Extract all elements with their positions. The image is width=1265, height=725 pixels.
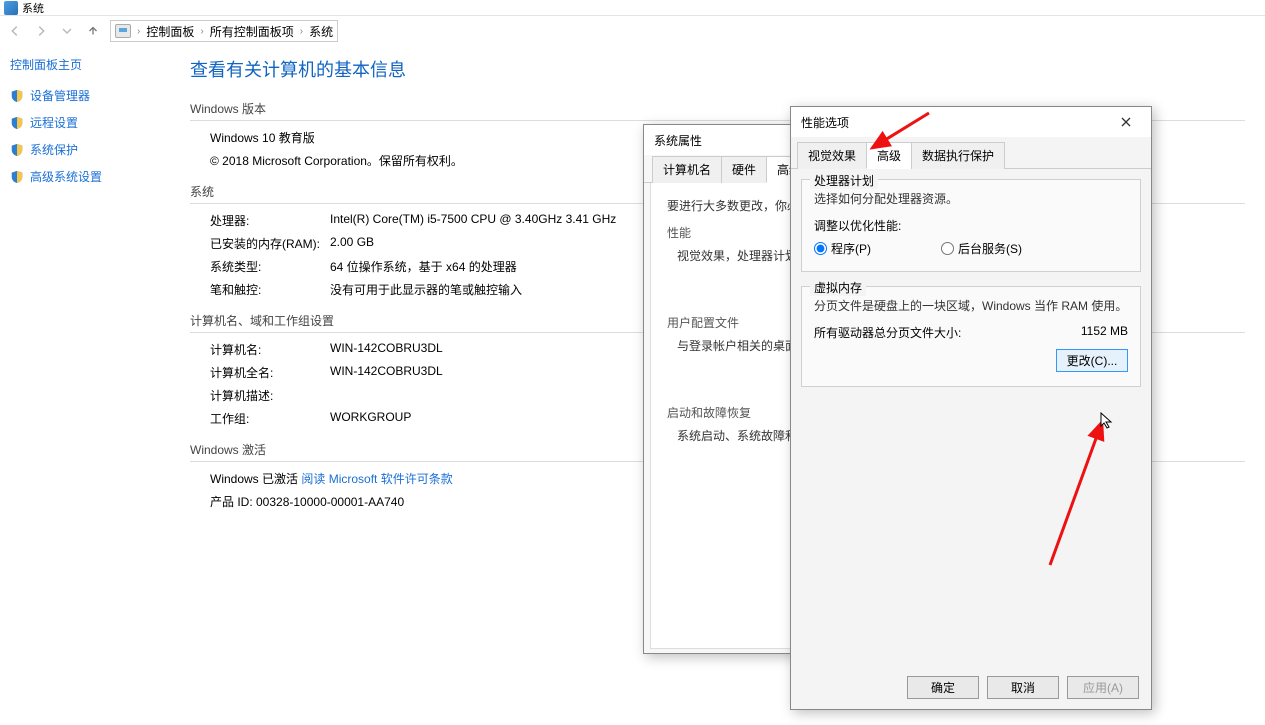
performance-options-dialog: 性能选项 视觉效果 高级 数据执行保护 处理器计划 选择如何分配处理器资源。 调… (790, 106, 1152, 710)
virtual-memory-group: 虚拟内存 分页文件是硬盘上的一块区域，Windows 当作 RAM 使用。 所有… (801, 286, 1141, 387)
label-system-type: 系统类型: (210, 258, 330, 275)
activation-status: Windows 已激活 (210, 472, 301, 486)
close-button[interactable] (1111, 112, 1141, 132)
sidebar-item-system-protection[interactable]: 系统保护 (10, 141, 160, 158)
sidebar: 控制面板主页 设备管理器 远程设置 系统保护 高级系统设置 (0, 46, 170, 725)
sidebar-item-label: 高级系统设置 (30, 168, 102, 185)
tab-hardware[interactable]: 硬件 (721, 156, 767, 183)
license-terms-link[interactable]: 阅读 Microsoft 软件许可条款 (301, 472, 452, 486)
page-title: 查看有关计算机的基本信息 (190, 56, 1245, 82)
pc-icon (115, 24, 131, 38)
tab-visual-effects[interactable]: 视觉效果 (797, 142, 867, 169)
shield-icon (10, 143, 24, 157)
system-icon (4, 1, 18, 15)
shield-icon (10, 116, 24, 130)
chevron-right-icon: › (300, 26, 303, 37)
sidebar-item-device-manager[interactable]: 设备管理器 (10, 87, 160, 104)
shield-icon (10, 89, 24, 103)
radio-programs-input[interactable] (814, 242, 827, 255)
dialog-title: 性能选项 (801, 114, 849, 131)
sidebar-home-link[interactable]: 控制面板主页 (10, 56, 160, 73)
vm-total-label: 所有驱动器总分页文件大小: (814, 324, 961, 341)
sidebar-item-label: 远程设置 (30, 114, 78, 131)
shield-icon (10, 170, 24, 184)
value-ram: 2.00 GB (330, 235, 374, 252)
radio-programs[interactable]: 程序(P) (814, 240, 871, 257)
tab-computer-name[interactable]: 计算机名 (652, 156, 722, 183)
window-titlebar: 系统 (0, 0, 1265, 16)
sidebar-item-remote-settings[interactable]: 远程设置 (10, 114, 160, 131)
breadcrumb-item[interactable]: 所有控制面板项 (210, 23, 294, 40)
label-computer-description: 计算机描述: (210, 387, 330, 404)
label-workgroup: 工作组: (210, 410, 330, 427)
breadcrumb-bar[interactable]: › 控制面板 › 所有控制面板项 › 系统 (110, 20, 338, 42)
cancel-button[interactable]: 取消 (987, 676, 1059, 699)
radio-services-label: 后台服务(S) (958, 240, 1022, 257)
sidebar-item-label: 设备管理器 (30, 87, 90, 104)
group-legend: 虚拟内存 (810, 279, 866, 296)
sched-desc: 选择如何分配处理器资源。 (814, 190, 1128, 207)
sidebar-item-advanced-system-settings[interactable]: 高级系统设置 (10, 168, 160, 185)
forward-button[interactable] (32, 22, 50, 40)
chevron-right-icon: › (137, 26, 140, 37)
value-system-type: 64 位操作系统，基于 x64 的处理器 (330, 258, 517, 275)
value-full-computer-name: WIN-142COBRU3DL (330, 364, 443, 381)
value-workgroup: WORKGROUP (330, 410, 411, 427)
breadcrumb-item[interactable]: 系统 (309, 23, 333, 40)
processor-scheduling-group: 处理器计划 选择如何分配处理器资源。 调整以优化性能: 程序(P) 后台服务(S… (801, 179, 1141, 272)
value-pen-touch: 没有可用于此显示器的笔或触控输入 (330, 281, 522, 298)
label-ram: 已安装的内存(RAM): (210, 235, 330, 252)
breadcrumb-item[interactable]: 控制面板 (146, 23, 194, 40)
radio-background-services[interactable]: 后台服务(S) (941, 240, 1022, 257)
back-button[interactable] (6, 22, 24, 40)
label-processor: 处理器: (210, 212, 330, 229)
sidebar-item-label: 系统保护 (30, 141, 78, 158)
value-computer-name: WIN-142COBRU3DL (330, 341, 443, 358)
vm-desc: 分页文件是硬盘上的一块区域，Windows 当作 RAM 使用。 (814, 297, 1128, 314)
apply-button[interactable]: 应用(A) (1067, 676, 1139, 699)
group-legend: 处理器计划 (810, 172, 878, 189)
vm-total-value: 1152 MB (1081, 324, 1128, 341)
recent-dropdown[interactable] (58, 22, 76, 40)
ok-button[interactable]: 确定 (907, 676, 979, 699)
up-button[interactable] (84, 22, 102, 40)
tab-advanced[interactable]: 高级 (866, 142, 912, 169)
label-computer-name: 计算机名: (210, 341, 330, 358)
label-full-computer-name: 计算机全名: (210, 364, 330, 381)
close-icon (1121, 117, 1131, 127)
radio-services-input[interactable] (941, 242, 954, 255)
value-processor: Intel(R) Core(TM) i5-7500 CPU @ 3.40GHz … (330, 212, 616, 229)
window-title: 系统 (22, 0, 44, 16)
radio-programs-label: 程序(P) (831, 240, 871, 257)
change-button[interactable]: 更改(C)... (1056, 349, 1128, 372)
chevron-right-icon: › (200, 26, 203, 37)
perf-tabs: 视觉效果 高级 数据执行保护 (791, 141, 1151, 169)
tab-dep[interactable]: 数据执行保护 (911, 142, 1005, 169)
label-pen-touch: 笔和触控: (210, 281, 330, 298)
adjust-label: 调整以优化性能: (814, 217, 1128, 234)
address-bar-row: › 控制面板 › 所有控制面板项 › 系统 (0, 16, 1265, 46)
